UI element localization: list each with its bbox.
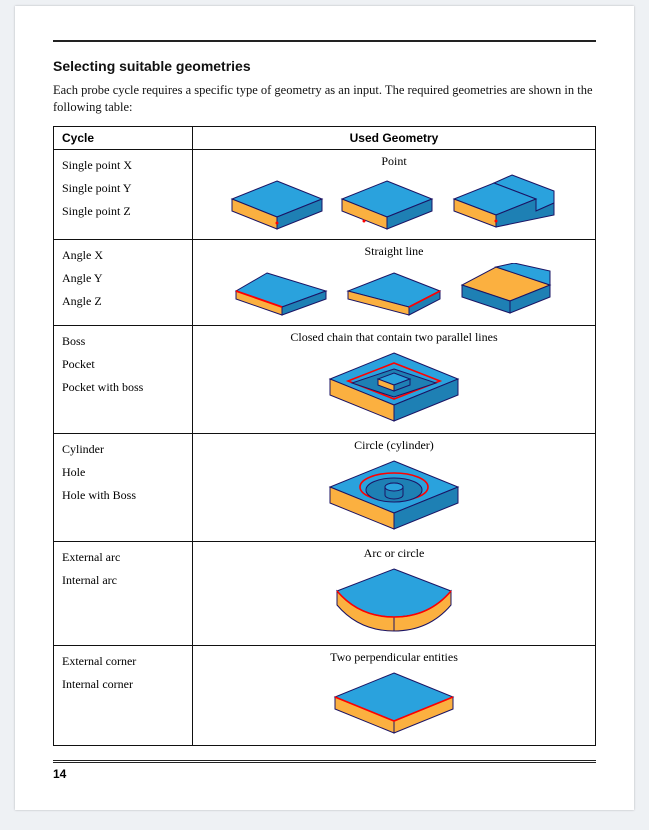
cycle-label: Pocket with boss [62, 380, 184, 395]
section-heading: Selecting suitable geometries [53, 58, 596, 74]
cycle-label: External corner [62, 654, 184, 669]
cycle-cell: Angle X Angle Y Angle Z [54, 239, 193, 325]
col-cycle: Cycle [54, 126, 193, 149]
geometry-cell: Circle (cylinder) [193, 433, 596, 541]
geometry-label: Straight line [201, 244, 587, 259]
intro-text: Each probe cycle requires a specific typ… [53, 82, 596, 116]
shape-row [201, 669, 587, 739]
cycle-label: Angle Y [62, 271, 184, 286]
table-row: Boss Pocket Pocket with boss Closed chai… [54, 325, 596, 433]
iso-slab-icon [228, 179, 326, 233]
col-used-geometry: Used Geometry [193, 126, 596, 149]
cycle-cell: Single point X Single point Y Single poi… [54, 149, 193, 239]
table-row: Single point X Single point Y Single poi… [54, 149, 596, 239]
table-row: External arc Internal arc Arc or circle [54, 541, 596, 645]
table-row: Cylinder Hole Hole with Boss Circle (cyl… [54, 433, 596, 541]
iso-angle-icon [232, 269, 332, 319]
cycle-cell: Boss Pocket Pocket with boss [54, 325, 193, 433]
iso-ramp-icon [456, 263, 556, 319]
shape-row [201, 349, 587, 427]
iso-angle-icon [344, 269, 444, 319]
cycle-label: Cylinder [62, 442, 184, 457]
shape-row [201, 565, 587, 639]
page-number: 14 [53, 767, 596, 781]
cycle-label: Internal arc [62, 573, 184, 588]
top-rule [53, 40, 596, 42]
table-row: External corner Internal corner Two perp… [54, 645, 596, 745]
iso-cylinder-hole-icon [324, 457, 464, 535]
iso-arc-icon [329, 565, 459, 639]
shape-row [201, 173, 587, 233]
table-row: Angle X Angle Y Angle Z Straight line [54, 239, 596, 325]
table-header-row: Cycle Used Geometry [54, 126, 596, 149]
cycle-label: Hole with Boss [62, 488, 184, 503]
geometry-label: Circle (cylinder) [201, 438, 587, 453]
iso-slab-icon [338, 179, 436, 233]
geometry-cell: Two perpendicular entities [193, 645, 596, 745]
geometry-cell: Arc or circle [193, 541, 596, 645]
cycle-label: Angle X [62, 248, 184, 263]
cycle-label: Hole [62, 465, 184, 480]
cycle-label: External arc [62, 550, 184, 565]
geometry-label: Arc or circle [201, 546, 587, 561]
cycle-label: Pocket [62, 357, 184, 372]
cycle-label: Boss [62, 334, 184, 349]
cycle-cell: Cylinder Hole Hole with Boss [54, 433, 193, 541]
geometry-table: Cycle Used Geometry Single point X Singl… [53, 126, 596, 746]
geometry-cell: Point [193, 149, 596, 239]
cycle-label: Single point Y [62, 181, 184, 196]
page: Selecting suitable geometries Each probe… [15, 6, 634, 810]
geometry-label: Closed chain that contain two parallel l… [201, 330, 587, 345]
cycle-label: Single point X [62, 158, 184, 173]
geometry-label: Point [201, 154, 587, 169]
shape-row [201, 457, 587, 535]
cycle-label: Angle Z [62, 294, 184, 309]
bottom-rule [53, 760, 596, 763]
iso-step-icon [448, 173, 560, 233]
cycle-cell: External arc Internal arc [54, 541, 193, 645]
cycle-label: Single point Z [62, 204, 184, 219]
cycle-cell: External corner Internal corner [54, 645, 193, 745]
cycle-label: Internal corner [62, 677, 184, 692]
iso-pocket-boss-icon [324, 349, 464, 427]
geometry-cell: Straight line [193, 239, 596, 325]
geometry-cell: Closed chain that contain two parallel l… [193, 325, 596, 433]
geometry-label: Two perpendicular entities [201, 650, 587, 665]
iso-corner-icon [329, 669, 459, 739]
shape-row [201, 263, 587, 319]
